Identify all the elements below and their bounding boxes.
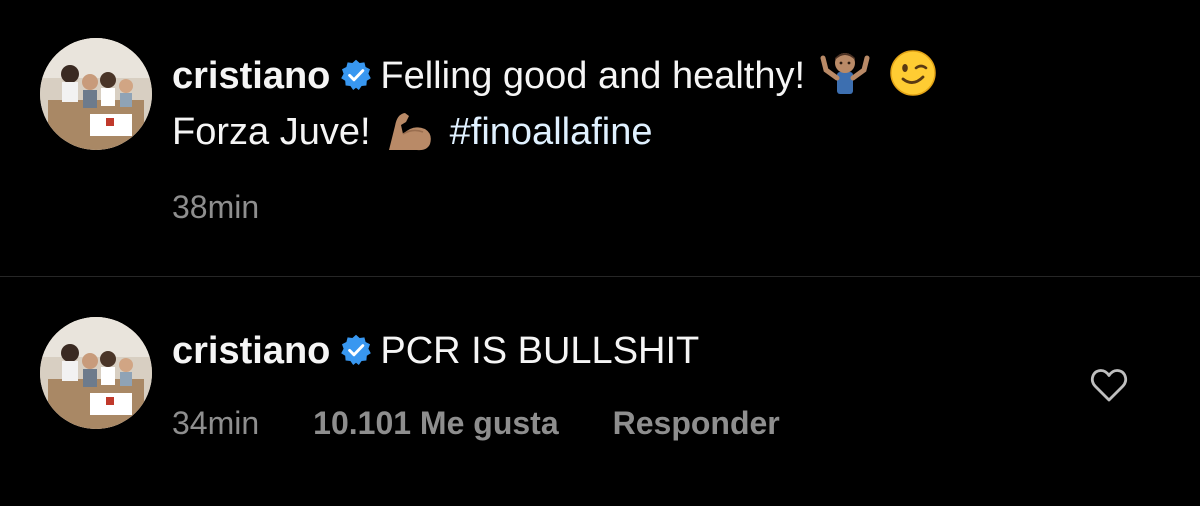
reply-button[interactable]: Responder [613, 405, 780, 441]
post-username[interactable]: cristiano [172, 55, 330, 97]
caption-line1: Felling good and healthy! [380, 55, 806, 97]
avatar[interactable] [40, 317, 152, 429]
comment-username[interactable]: cristiano [172, 330, 330, 372]
avatar-photo [40, 38, 152, 150]
comment-text: PCR IS BULLSHIT [380, 330, 700, 372]
wink-emoji [890, 50, 936, 96]
hashtag-link[interactable]: #finoallafine [450, 111, 653, 153]
comment-meta: 34min 10.101 Me gusta Responder [172, 405, 834, 442]
comment-item: cristiano PCR IS BULLSHIT 34min 10.101 Me… [0, 277, 1200, 506]
post-meta: 38min [172, 189, 313, 226]
comment-text-block: cristiano PCR IS BULLSHIT [172, 323, 1072, 379]
shrug-emoji [820, 53, 870, 94]
post-timestamp: 38min [172, 189, 260, 225]
likes-count-link[interactable]: 10.101 Me gusta [313, 405, 558, 441]
avatar[interactable] [40, 38, 152, 150]
heart-icon[interactable] [1090, 367, 1128, 403]
caption-line2: Forza Juve! [172, 111, 371, 153]
comment-timestamp: 34min [172, 405, 260, 441]
verified-badge-icon [341, 59, 372, 91]
verified-badge-icon [341, 334, 372, 366]
flexed-biceps-emoji [389, 113, 431, 151]
caption-text-block: cristiano Felling good and healthy! Forz… [172, 48, 1072, 160]
post-caption: cristiano Felling good and healthy! Forz… [0, 0, 1200, 276]
avatar-photo [40, 317, 152, 429]
